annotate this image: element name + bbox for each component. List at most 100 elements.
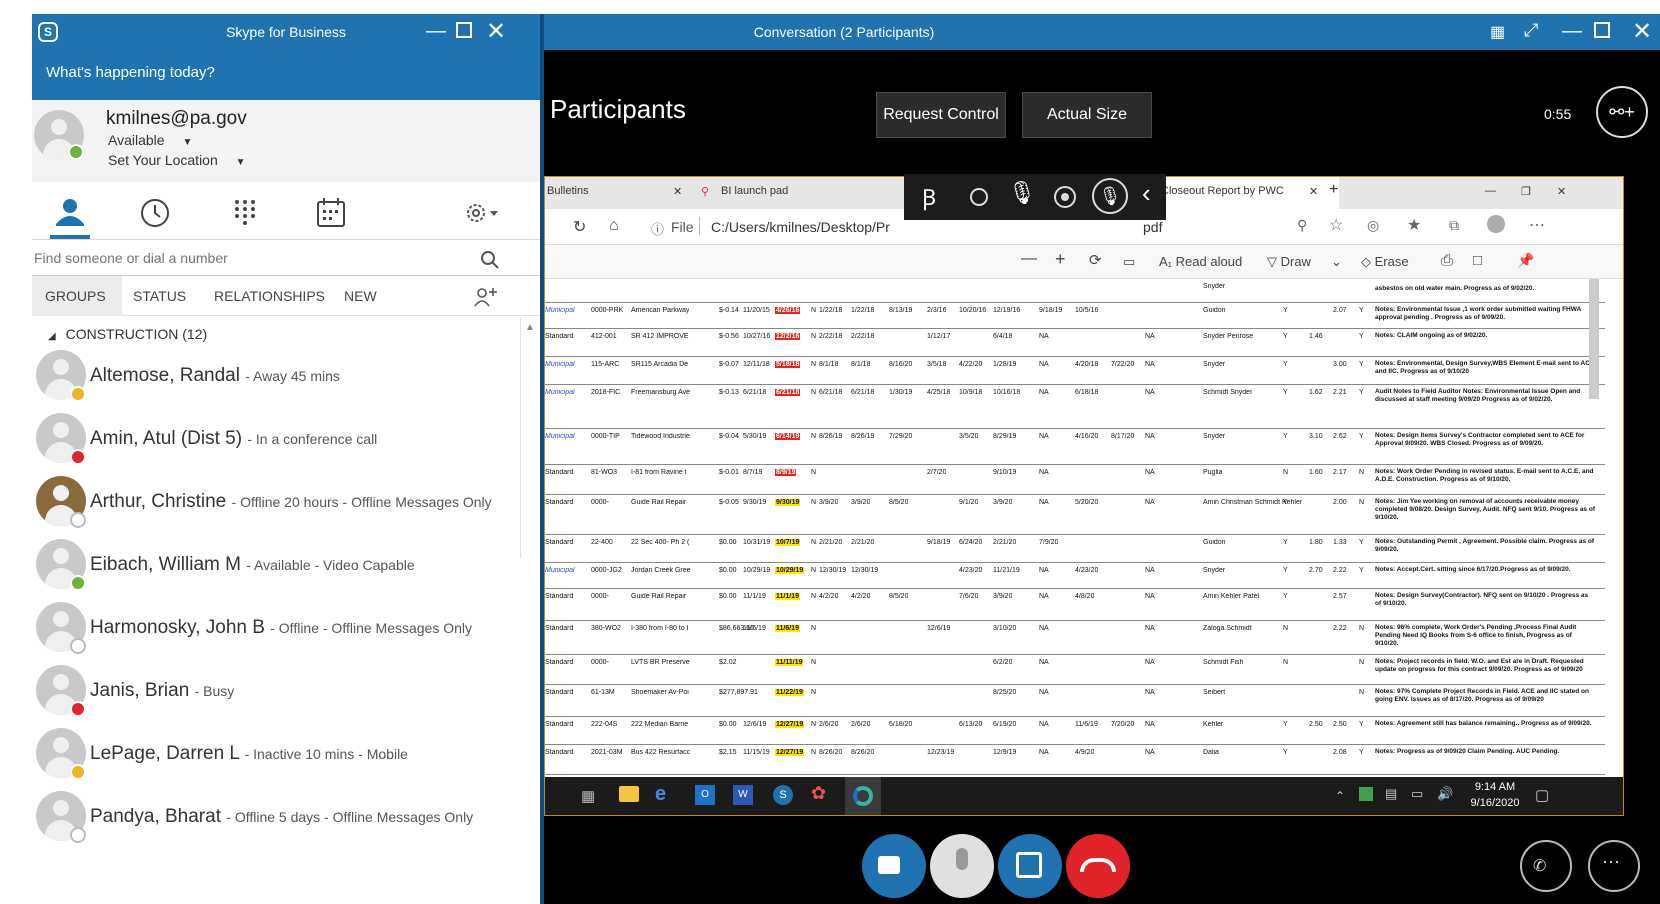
collapse-icon[interactable]: ‹ <box>1142 178 1151 209</box>
browser-tab-bulletins[interactable]: Bulletins <box>547 185 589 197</box>
pin-toolbar-icon[interactable]: 📌 <box>1517 252 1534 269</box>
refresh-icon[interactable]: ↻ <box>573 217 586 237</box>
call-controls-button[interactable]: ✆ <box>1520 840 1572 892</box>
contact-item[interactable]: Eibach, William M - Available - Video Ca… <box>32 537 512 600</box>
search-icon[interactable] <box>480 250 500 270</box>
print-icon[interactable]: ⎙ <box>1441 252 1453 269</box>
volume-icon[interactable]: 🔊 <box>1437 786 1453 802</box>
draw-dropdown-icon[interactable]: ⌄ <box>1331 254 1342 270</box>
fit-page-icon[interactable]: ▭ <box>1123 254 1135 270</box>
contact-item[interactable]: Amin, Atul (Dist 5) - In a conference ca… <box>32 411 512 474</box>
location-dropdown[interactable]: Set Your Location ▼ <box>108 152 246 168</box>
clock[interactable]: 9:14 AM 9/16/2020 <box>1465 781 1525 809</box>
task-view-icon[interactable]: ▦ <box>581 787 595 805</box>
contact-item[interactable]: Pandya, Bharat - Offline 5 days - Offlin… <box>32 789 512 852</box>
contact-item[interactable]: Arthur, Christine - Offline 20 hours - O… <box>32 474 512 537</box>
mute-button[interactable] <box>930 834 994 898</box>
group-header-construction[interactable]: ◢ CONSTRUCTION (12) <box>48 326 207 342</box>
pdf-scrollbar[interactable] <box>1589 279 1599 399</box>
restore-icon[interactable] <box>1594 22 1610 38</box>
url-field[interactable]: C:/Users/kmilnes/Desktop/Pr <box>711 219 890 235</box>
pop-out-icon[interactable]: ▦ <box>1490 22 1505 42</box>
contact-item[interactable]: Altemose, Randal - Away 45 mins <box>32 348 512 411</box>
close-icon[interactable]: ✕ <box>486 17 506 46</box>
contact-item[interactable]: Harmonosky, John B - Offline - Offline M… <box>32 600 512 663</box>
minimize-icon[interactable]: — <box>426 20 446 43</box>
active-browser-tab[interactable]: Closeout Report by PWC ✕ <box>1159 177 1339 209</box>
video-button[interactable] <box>862 834 926 898</box>
tab-close-icon[interactable]: ✕ <box>1309 185 1318 198</box>
browser-close-icon[interactable]: ✕ <box>1557 185 1566 198</box>
skype-taskbar-icon[interactable]: S <box>773 785 793 805</box>
favorite-star-icon[interactable]: ☆ <box>1329 215 1343 235</box>
search-input[interactable] <box>34 250 464 266</box>
extension-icon[interactable]: ◎ <box>1367 217 1379 234</box>
participants-heading[interactable]: Participants <box>550 94 686 125</box>
fullscreen-icon[interactable]: ⤢ <box>1524 20 1538 41</box>
tab-close-icon[interactable]: ✕ <box>673 185 682 198</box>
hang-up-button[interactable] <box>1066 834 1130 898</box>
history-tab[interactable] <box>138 196 178 227</box>
tab-groups[interactable]: GROUPS <box>45 288 106 304</box>
zoom-icon[interactable]: ⚲ <box>1297 217 1307 234</box>
home-icon[interactable]: ⌂ <box>609 217 619 235</box>
share-button[interactable] <box>998 834 1062 898</box>
contacts-scrollbar[interactable]: ▲ <box>520 318 538 558</box>
close-icon[interactable]: ✕ <box>1632 17 1652 46</box>
contact-item[interactable]: Janis, Brian - Busy <box>32 663 512 726</box>
request-control-button[interactable]: Request Control <box>876 92 1006 138</box>
whats-happening-banner[interactable]: What's happening today? <box>32 50 540 100</box>
zoom-out-icon[interactable]: — <box>1021 250 1037 268</box>
tab-new[interactable]: NEW <box>344 288 377 304</box>
info-icon[interactable]: ⓘ <box>651 219 664 238</box>
browser-tab-bi-launch-pad[interactable]: BI launch pad <box>721 185 788 197</box>
record-icon[interactable] <box>1054 186 1076 208</box>
circle-tool-icon[interactable] <box>970 188 988 206</box>
more-icon[interactable]: ⋯ <box>1529 215 1545 235</box>
outlook-icon[interactable]: O <box>695 785 715 805</box>
meetings-tab[interactable] <box>314 196 354 227</box>
save-icon[interactable]: □ <box>1473 252 1482 269</box>
pdf-document[interactable]: Snyder asbestos on old water main. Progr… <box>545 279 1605 777</box>
maximize-icon[interactable] <box>456 22 472 38</box>
scroll-up-icon[interactable]: ▲ <box>525 322 535 333</box>
paint-icon[interactable]: ✿ <box>811 783 826 804</box>
add-contact-icon[interactable] <box>474 286 498 308</box>
network-icon[interactable]: ▤ <box>1385 786 1397 802</box>
people-sharing-icon[interactable]: Ꞵ <box>922 182 936 212</box>
status-dropdown[interactable]: Available ▼ <box>108 132 192 148</box>
more-options-button[interactable]: ⋯ <box>1588 840 1640 892</box>
contact-item[interactable]: LePage, Darren L - Inactive 10 mins - Mo… <box>32 726 512 789</box>
profile-icon[interactable] <box>1487 215 1505 233</box>
browser-restore-icon[interactable]: ❐ <box>1521 185 1531 198</box>
options-menu[interactable] <box>462 196 502 226</box>
row-flag: 10/29/19 <box>775 567 805 574</box>
edge-taskbar-button[interactable] <box>845 777 881 815</box>
collections-icon[interactable]: ⧉ <box>1449 217 1459 234</box>
draw-button[interactable]: ▽ Draw <box>1267 254 1311 270</box>
dialpad-tab[interactable] <box>228 196 268 226</box>
internet-explorer-icon[interactable]: e <box>655 783 666 806</box>
erase-button[interactable]: ◇ Erase <box>1361 254 1409 270</box>
favorites-bar-icon[interactable]: ★ <box>1407 215 1421 235</box>
notifications-icon[interactable]: ▢ <box>1535 786 1549 804</box>
zoom-in-icon[interactable]: + <box>1055 249 1066 270</box>
minimize-icon[interactable]: — <box>1562 20 1582 43</box>
shared-screen[interactable]: Bulletins ✕ ⚲ BI launch pad Closeout Rep… <box>544 176 1624 816</box>
word-icon[interactable]: W <box>733 785 753 805</box>
actual-size-button[interactable]: Actual Size <box>1022 92 1152 138</box>
read-aloud-button[interactable]: A₁ Read aloud <box>1159 254 1242 269</box>
tab-relationships[interactable]: RELATIONSHIPS <box>214 288 325 304</box>
new-tab-icon[interactable]: + <box>1329 181 1338 199</box>
display-icon[interactable]: ▭ <box>1411 786 1423 802</box>
tray-expand-icon[interactable]: ⌃ <box>1335 789 1345 803</box>
tab-status[interactable]: STATUS <box>133 288 186 304</box>
rotate-icon[interactable]: ⟳ <box>1089 251 1102 269</box>
add-participant-button[interactable]: ⚯+ <box>1596 86 1648 138</box>
tray-app-icon[interactable] <box>1359 787 1373 801</box>
contacts-tab[interactable] <box>50 196 90 226</box>
browser-minimize-icon[interactable]: — <box>1485 185 1496 197</box>
microphone-icon[interactable]: 🎙 <box>1008 180 1036 206</box>
file-explorer-icon[interactable] <box>619 786 639 802</box>
voice-icon[interactable]: 🎙 <box>1092 178 1128 214</box>
